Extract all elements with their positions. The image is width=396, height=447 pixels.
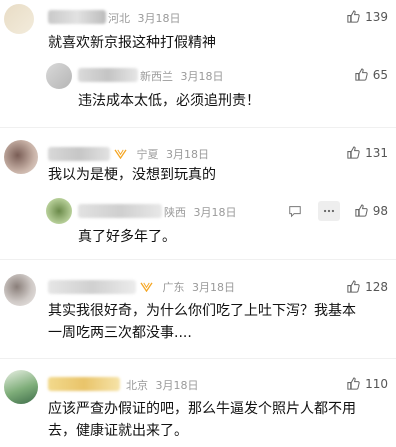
- username[interactable]: [48, 377, 120, 391]
- like-count: 98: [372, 203, 388, 218]
- date: 3月18日: [155, 379, 199, 392]
- avatar[interactable]: [4, 370, 38, 404]
- comment-text-line: 其实我很好奇，为什么你们吃了上吐下泻？我基本: [48, 303, 356, 319]
- location: 宁夏: [136, 148, 159, 161]
- like-count: 139: [365, 9, 388, 24]
- reply-username[interactable]: [78, 204, 162, 218]
- avatar[interactable]: [4, 4, 34, 34]
- location: 新西兰: [140, 70, 173, 83]
- comment-item: 北京 3月18日 110 应该严查办假证的吧，那么牛逼发个照片人都不用 去，健康…: [0, 362, 396, 447]
- username[interactable]: [48, 147, 110, 161]
- like-count: 110: [365, 376, 388, 391]
- reply-meta: 陕西 3月18日: [164, 204, 237, 220]
- thumbs-up-icon: [347, 377, 360, 390]
- reply-username[interactable]: [78, 68, 138, 82]
- date: 3月18日: [180, 70, 224, 83]
- date: 3月18日: [137, 12, 181, 25]
- like-button[interactable]: 139: [346, 9, 388, 24]
- reply-avatar[interactable]: [46, 198, 72, 224]
- divider: [0, 259, 396, 260]
- comment-text-line: 一周吃两三次都没事....: [48, 325, 192, 341]
- reply-text: 真了好多年了。: [78, 229, 176, 245]
- comment-meta: 宁夏 3月18日: [112, 146, 209, 162]
- date: 3月18日: [166, 148, 209, 161]
- location: 广东: [162, 281, 185, 294]
- comment-text: 就喜欢新京报这种打假精神: [48, 35, 216, 51]
- comment-item: 广东 3月18日 128 其实我很好奇，为什么你们吃了上吐下泻？我基本 一周吃两…: [0, 262, 396, 350]
- thumbs-up-icon: [355, 204, 368, 217]
- reply-button[interactable]: [284, 201, 306, 221]
- thumbs-up-icon: [355, 68, 368, 81]
- comment-meta: 广东 3月18日: [138, 279, 235, 295]
- date: 3月18日: [193, 206, 237, 219]
- v-badge-icon: [114, 149, 127, 159]
- like-button[interactable]: 65: [354, 67, 388, 82]
- reply-meta: 新西兰 3月18日: [140, 68, 224, 84]
- thumbs-up-icon: [347, 280, 360, 293]
- like-button[interactable]: 110: [346, 376, 388, 391]
- comment-item: 宁夏 3月18日 131 我以为是梗，没想到玩真的 陕西 3月18日 98 真了…: [0, 130, 396, 250]
- thumbs-up-icon: [347, 146, 360, 159]
- like-count: 65: [372, 67, 388, 82]
- location: 河北: [108, 12, 130, 25]
- comment-item: 河北 3月18日 139 就喜欢新京报这种打假精神 新西兰 3月18日 65 违…: [0, 0, 396, 118]
- comment-meta: 北京 3月18日: [126, 377, 199, 393]
- thumbs-up-icon: [347, 10, 360, 23]
- reply-text: 违法成本太低，必须追刑责！: [78, 93, 260, 109]
- reply-avatar[interactable]: [46, 63, 72, 89]
- comment-text-line: 去，健康证就出来了。: [48, 423, 188, 439]
- comment-text-line: 应该严查办假证的吧，那么牛逼发个照片人都不用: [48, 401, 356, 417]
- more-button[interactable]: [318, 201, 340, 221]
- comment-text: 我以为是梗，没想到玩真的: [48, 167, 216, 183]
- like-button[interactable]: 98: [354, 203, 388, 218]
- date: 3月18日: [192, 281, 235, 294]
- divider: [0, 358, 396, 359]
- like-button[interactable]: 128: [346, 279, 388, 294]
- like-count: 131: [365, 145, 388, 160]
- more-horizontal-icon: [323, 209, 335, 213]
- like-button[interactable]: 131: [346, 145, 388, 160]
- location: 陕西: [164, 206, 186, 219]
- like-count: 128: [365, 279, 388, 294]
- comment-icon: [289, 206, 301, 218]
- username[interactable]: [48, 280, 136, 294]
- comment-meta: 河北 3月18日: [108, 10, 181, 26]
- username[interactable]: [48, 10, 106, 24]
- avatar[interactable]: [4, 140, 38, 174]
- location: 北京: [126, 379, 148, 392]
- v-badge-icon: [140, 282, 153, 292]
- avatar[interactable]: [4, 274, 36, 306]
- divider: [0, 127, 396, 128]
